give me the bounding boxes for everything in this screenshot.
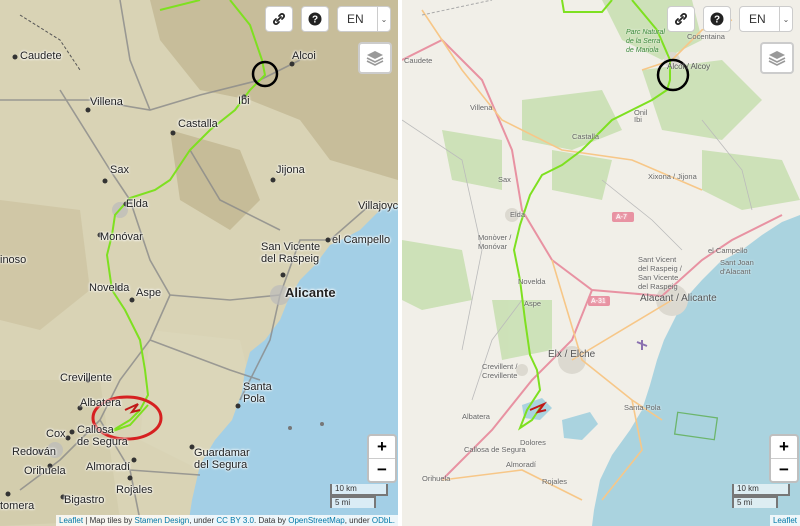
label-monover: Monòver / Monóvar: [478, 233, 512, 251]
leaflet-link[interactable]: Leaflet: [773, 516, 797, 525]
chevron-down-icon: ⌄: [377, 7, 390, 31]
layers-button[interactable]: [358, 42, 392, 74]
label-almoradi: Almoradí: [506, 460, 537, 469]
zoom-out-button[interactable]: −: [771, 458, 797, 481]
link-icon: [675, 13, 687, 25]
label-sant-joan: Sant Joan d'Alacant: [720, 258, 754, 276]
label-villajoyosa: Villajoyc: [358, 200, 398, 212]
scale-mi: 5 mi: [330, 496, 376, 508]
label-el-campello: el Campello: [332, 234, 391, 246]
label-elda: Elda: [510, 210, 526, 219]
zoom-in-button[interactable]: +: [369, 436, 395, 458]
label-rojales: Rojales: [116, 484, 153, 496]
label-sax: Sax: [498, 175, 511, 184]
label-villena: Villena: [90, 96, 123, 108]
scale-km: 10 km: [732, 484, 790, 496]
label-cox: Cox: [46, 428, 66, 440]
label-orihuela: Orihuela: [24, 465, 66, 477]
label-ibi: Ibi: [238, 95, 250, 107]
cc-link[interactable]: CC BY 3.0: [216, 516, 254, 525]
svg-text:?: ?: [714, 15, 720, 26]
label-sax: Sax: [110, 164, 129, 176]
label-callosa: Callosa de Segura: [464, 445, 526, 454]
language-select[interactable]: EN ⌄: [739, 6, 793, 32]
zoom-control: + −: [769, 434, 799, 483]
label-crevillent: Crevillent / Crevillente: [482, 362, 518, 380]
label-ibi: Ibi: [634, 115, 642, 124]
layers-icon: [768, 51, 786, 66]
label-redovan: Redován: [12, 446, 57, 458]
attribution: Leaflet | Map tiles by Stamen Design, un…: [56, 515, 398, 526]
label-callosa: Callosa de Segura: [77, 424, 128, 448]
question-icon: ?: [308, 12, 322, 26]
label-san-vicente: San Vicente del Raspeig: [261, 241, 321, 265]
label-alicante: Alicante: [285, 285, 336, 300]
attribution-text: , under: [344, 516, 372, 525]
svg-text:?: ?: [312, 15, 318, 26]
label-park: Parc Natural de la Serra de Mariola: [626, 29, 665, 54]
label-rojales: Rojales: [542, 477, 568, 486]
label-castalla: Castalla: [572, 132, 600, 141]
zoom-in-button[interactable]: +: [771, 436, 797, 458]
language-select[interactable]: EN ⌄: [337, 6, 391, 32]
label-bigastro: Bigastro: [64, 494, 105, 506]
question-icon: ?: [710, 12, 724, 26]
link-icon: [273, 13, 285, 25]
scale-mi: 5 mi: [732, 496, 778, 508]
label-almoradi: Almoradí: [86, 461, 131, 473]
help-button[interactable]: ?: [703, 6, 731, 32]
label-alcoi: Alcoi / Alcoy: [667, 62, 711, 71]
label-albatera: Albatera: [80, 397, 121, 409]
label-elx: Elx / Elche: [548, 349, 596, 360]
leaflet-link[interactable]: Leaflet: [59, 516, 83, 525]
label-alcoi: Alcoi: [292, 50, 316, 62]
label-jijona: Jijona: [276, 164, 305, 176]
label-a31: A-31: [591, 298, 606, 305]
zoom-out-button[interactable]: −: [369, 458, 395, 481]
attribution-text: , under: [189, 516, 217, 525]
label-san-vicente: Sant Vicent del Raspeig / San Vicente de…: [638, 255, 682, 291]
label-elda: Elda: [126, 198, 149, 210]
label-xixona: Xixona / Jijona: [648, 172, 697, 181]
link-button[interactable]: [667, 6, 695, 32]
label-crevillente: Crevillente: [60, 372, 112, 384]
label-aspe: Aspe: [524, 299, 542, 308]
language-value: EN: [749, 12, 766, 26]
help-button[interactable]: ?: [301, 6, 329, 32]
label-a7: A-7: [616, 214, 627, 221]
label-novelda: Novelda: [518, 277, 546, 286]
label-santa-pola: Santa Pola: [243, 381, 272, 405]
label-orihuela: Orihuela: [422, 474, 451, 483]
chevron-down-icon: ⌄: [779, 7, 792, 31]
label-santa-pola: Santa Pola: [624, 403, 661, 412]
label-novelda: Novelda: [89, 282, 130, 294]
layers-icon: [366, 51, 384, 66]
osm-link[interactable]: OpenStreetMap: [288, 516, 344, 525]
link-button[interactable]: [265, 6, 293, 32]
attribution: Leaflet: [769, 515, 800, 526]
label-aspe: Aspe: [136, 287, 162, 299]
label-caudete: Caudete: [20, 50, 62, 62]
layers-button[interactable]: [760, 42, 794, 74]
osm-map[interactable]: Caudete Villena Onil Ibi Alcoi / Alcoy C…: [402, 0, 800, 526]
label-caudete: Caudete: [404, 56, 433, 65]
label-villena: Villena: [470, 103, 493, 112]
label-torremendo: tomera: [0, 500, 35, 512]
label-el-campello: el Campello: [708, 246, 748, 255]
stamen-link[interactable]: Stamen Design: [135, 516, 190, 525]
label-pinoso: inoso: [0, 254, 27, 266]
attribution-text: . Data by: [254, 516, 289, 525]
label-alacant: Alacant / Alicante: [640, 293, 717, 304]
scale-km: 10 km: [330, 484, 388, 496]
label-albatera: Albatera: [462, 412, 490, 421]
zoom-control: + −: [367, 434, 397, 483]
attribution-text: | Map tiles by: [83, 516, 135, 525]
language-value: EN: [347, 12, 364, 26]
odbl-link[interactable]: ODbL.: [372, 516, 395, 525]
label-guardamar: Guardamar del Segura: [194, 447, 250, 471]
terrain-map[interactable]: Caudete Villena Ibi Alcoi Castalla Sax J…: [0, 0, 398, 526]
label-castalla: Castalla: [178, 118, 218, 130]
label-monovar: Monóvar: [100, 231, 143, 243]
label-cocentaina: Cocentaina: [687, 32, 725, 41]
